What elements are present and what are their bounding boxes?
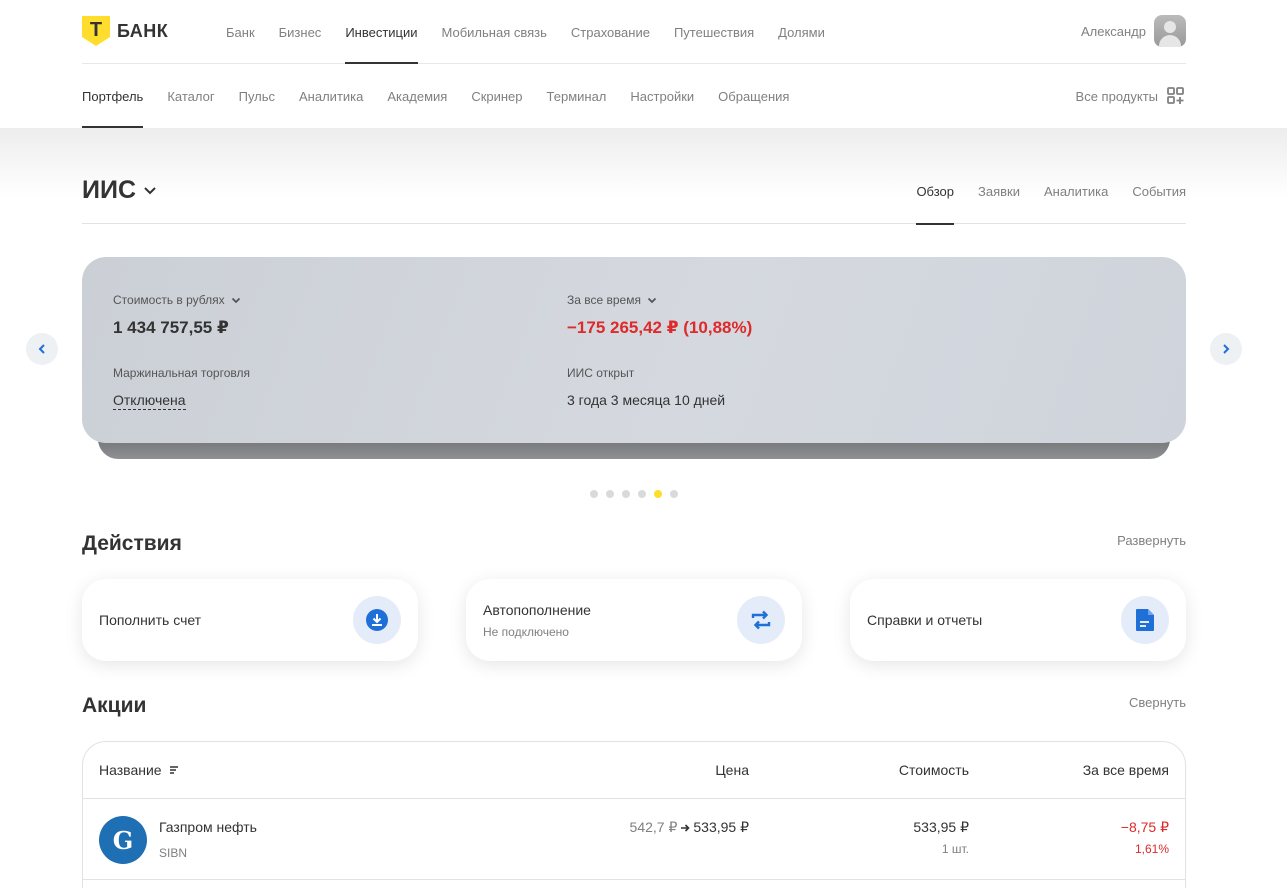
grid-plus-icon xyxy=(1166,86,1186,106)
repeat-icon xyxy=(737,596,785,644)
portfolio-value: 1 434 757,55 ₽ xyxy=(113,318,229,337)
topnav-item-bank[interactable]: Банк xyxy=(226,0,255,64)
column-alltime[interactable]: За все время xyxy=(1083,762,1169,778)
all-products-label: Все продукты xyxy=(1075,88,1158,104)
topnav-item-business[interactable]: Бизнес xyxy=(279,0,322,64)
header: Т БАНК Банк Бизнес Инвестиции Мобильная … xyxy=(0,0,1287,128)
document-icon xyxy=(1121,596,1169,644)
margin-label: Маржинальная торговля xyxy=(113,366,250,380)
chevron-down-icon xyxy=(231,297,240,304)
column-name: Название xyxy=(99,762,162,778)
user-menu[interactable]: Александр xyxy=(1081,14,1186,48)
value-currency-selector[interactable]: Стоимость в рублях xyxy=(113,293,242,307)
download-icon xyxy=(353,596,401,644)
period-selector[interactable]: За все время xyxy=(567,293,658,307)
action-title: Справки и отчеты xyxy=(867,612,983,628)
logo-shield-icon: Т xyxy=(82,16,110,46)
column-name-sort[interactable]: Название xyxy=(99,762,180,778)
top-nav: Т БАНК Банк Бизнес Инвестиции Мобильная … xyxy=(82,0,1186,64)
value-label: Стоимость в рублях xyxy=(113,293,225,307)
account-header: ИИС Обзор Заявки Аналитика События xyxy=(82,176,1186,225)
chevron-down-icon xyxy=(142,176,158,205)
main-content: ИИС Обзор Заявки Аналитика События Стоим… xyxy=(0,128,1287,888)
table-row[interactable]: G Газпром нефть SIBN 542,7 ₽ 533,95 ₽ 53… xyxy=(83,799,1185,880)
carousel-next-button[interactable] xyxy=(1210,333,1242,365)
carousel-dots xyxy=(590,490,678,498)
carousel-dot[interactable] xyxy=(590,490,598,498)
tab-orders[interactable]: Заявки xyxy=(978,176,1020,224)
margin-status-link[interactable]: Отключена xyxy=(113,392,186,410)
alltime-label: За все время xyxy=(567,293,641,307)
column-price[interactable]: Цена xyxy=(715,762,749,778)
stock-price: 542,7 ₽ 533,95 ₽ xyxy=(630,819,749,836)
stock-value: 533,95 ₽ xyxy=(913,819,969,835)
subnav-item-terminal[interactable]: Терминал xyxy=(547,64,607,128)
subnav-item-catalog[interactable]: Каталог xyxy=(167,64,214,128)
user-name: Александр xyxy=(1080,23,1146,39)
price-from: 542,7 ₽ xyxy=(629,819,678,835)
topnav-item-mobile[interactable]: Мобильная связь xyxy=(442,0,547,64)
column-value[interactable]: Стоимость xyxy=(899,762,969,778)
topnav-item-installments[interactable]: Долями xyxy=(778,0,825,64)
carousel-dot-active[interactable] xyxy=(654,490,662,498)
table-header: Название Цена Стоимость За все время xyxy=(83,742,1185,799)
action-reports[interactable]: Справки и отчеты xyxy=(850,579,1186,661)
carousel-dot[interactable] xyxy=(670,490,678,498)
subnav-item-settings[interactable]: Настройки xyxy=(630,64,694,128)
carousel-prev-button[interactable] xyxy=(26,333,58,365)
bank-logo[interactable]: Т БАНК xyxy=(82,16,168,46)
alltime-change: −175 265,42 ₽ (10,88%) xyxy=(567,318,753,337)
arrow-right-icon xyxy=(681,823,691,832)
avatar[interactable] xyxy=(1154,15,1186,47)
gazprom-neft-logo-icon: G xyxy=(99,816,147,864)
subnav-item-screener[interactable]: Скринер xyxy=(471,64,522,128)
account-title: ИИС xyxy=(82,176,136,204)
subnav-item-analytics[interactable]: Аналитика xyxy=(299,64,363,128)
margin-status: Отключена xyxy=(113,392,186,410)
opened-duration: 3 года 3 месяца 10 дней xyxy=(567,392,726,408)
subnav-item-academy[interactable]: Академия xyxy=(387,64,447,128)
action-autodeposit[interactable]: Автопополнение Не подключено xyxy=(466,579,802,661)
stock-change: −8,75 ₽ xyxy=(1120,819,1169,835)
chevron-left-icon xyxy=(38,344,45,354)
subnav-item-requests[interactable]: Обращения xyxy=(718,64,789,128)
subnav-item-pulse[interactable]: Пульс xyxy=(239,64,275,128)
carousel-dot[interactable] xyxy=(622,490,630,498)
price-to: 533,95 ₽ xyxy=(693,819,749,835)
all-products-link[interactable]: Все продукты xyxy=(1076,86,1186,106)
carousel-dot[interactable] xyxy=(638,490,646,498)
action-title: Автопополнение xyxy=(483,602,591,618)
chevron-right-icon xyxy=(1223,344,1230,354)
account-selector[interactable]: ИИС xyxy=(82,176,158,205)
stock-ticker: SIBN xyxy=(159,846,188,860)
topnav-item-travel[interactable]: Путешествия xyxy=(674,0,754,64)
tab-events[interactable]: События xyxy=(1132,176,1186,224)
portfolio-summary-card: Стоимость в рублях 1 434 757,55 ₽ За все… xyxy=(82,257,1186,443)
opened-label: ИИС открыт xyxy=(567,366,635,380)
chevron-down-icon xyxy=(647,297,657,304)
tab-overview[interactable]: Обзор xyxy=(916,176,954,225)
stock-name: Газпром нефть xyxy=(159,819,257,835)
sort-icon xyxy=(169,766,178,774)
actions-title: Действия xyxy=(82,532,182,555)
tab-analytics[interactable]: Аналитика xyxy=(1044,176,1108,224)
logo-text: БАНК xyxy=(117,20,169,41)
topnav-item-insurance[interactable]: Страхование xyxy=(571,0,650,64)
action-subtitle: Не подключено xyxy=(483,625,569,639)
actions-expand-link[interactable]: Развернуть xyxy=(1117,533,1186,548)
topnav-item-investments[interactable]: Инвестиции xyxy=(345,0,418,64)
subnav-item-portfolio[interactable]: Портфель xyxy=(82,64,144,128)
action-deposit[interactable]: Пополнить счет xyxy=(82,579,418,661)
stock-change-percent: 1,61% xyxy=(1134,842,1169,856)
stocks-title: Акции xyxy=(82,694,147,717)
action-title: Пополнить счет xyxy=(99,612,202,628)
sub-nav: Портфель Каталог Пульс Аналитика Академи… xyxy=(82,64,1186,128)
stocks-table: Название Цена Стоимость За все время G Г… xyxy=(82,741,1186,888)
stocks-collapse-link[interactable]: Свернуть xyxy=(1129,695,1186,710)
carousel-dot[interactable] xyxy=(606,490,614,498)
stock-quantity: 1 шт. xyxy=(941,842,969,856)
